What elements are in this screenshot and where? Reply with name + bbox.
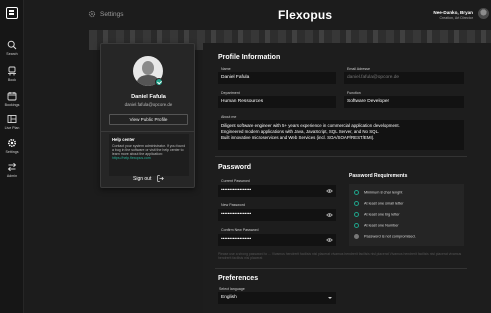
profile-name: Daniel Fafula: [131, 94, 166, 100]
name-label: Name: [221, 67, 231, 71]
language-label: Select language: [219, 287, 245, 291]
sidebar-item-label: Admin: [6, 174, 18, 178]
profile-section-title: Profile Information: [218, 54, 281, 61]
requirement-item: At least one small letter: [354, 201, 403, 206]
sidebar-item-bookings[interactable]: Bookings: [0, 91, 24, 107]
verified-icon: [155, 78, 163, 86]
calendar-icon: [7, 92, 17, 101]
logout-icon[interactable]: [157, 175, 164, 182]
x-circle-icon: [354, 234, 359, 239]
email-field[interactable]: daniel.fafula@opcore.de: [344, 72, 464, 84]
sidebar: Search Book Bookings Live Plan Settings …: [0, 0, 24, 313]
avatar[interactable]: [478, 8, 489, 19]
sidebar-item-label: Live Plan: [4, 126, 20, 130]
sidebar-item-book[interactable]: Book: [0, 66, 24, 82]
profile-card: Daniel Fafula daniel.fafula@opcore.de Vi…: [100, 43, 195, 188]
chevron-down-icon: [328, 297, 332, 299]
help-center-box: Help center Contact your system administ…: [109, 134, 189, 176]
password-requirements: Minimum 8 char lenght At least one small…: [349, 184, 464, 246]
confirm-password-label: Confirm New Password: [221, 228, 259, 232]
password-disclaimer: Please use a strong password to ... Viva…: [218, 252, 462, 261]
eye-icon[interactable]: [326, 188, 333, 194]
check-circle-icon: [354, 223, 359, 228]
preferences-section-title: Preferences: [218, 275, 259, 282]
user-role: Creation, Art Director: [439, 16, 473, 20]
current-password-field[interactable]: ••••••••••••••••••: [218, 185, 336, 197]
check-circle-icon: [354, 212, 359, 217]
masked-value: ••••••••••••••••••: [221, 212, 252, 217]
app-logo-icon[interactable]: [6, 7, 18, 19]
requirement-item: At least one big letter: [354, 212, 400, 217]
divider: [215, 156, 467, 157]
help-title: Help center: [112, 137, 135, 142]
requirement-item: Password is not compromised.: [354, 234, 416, 239]
new-password-field[interactable]: ••••••••••••••••••: [218, 209, 336, 221]
bio-label: About me: [221, 115, 237, 119]
map-icon: [7, 115, 17, 123]
search-icon: [7, 40, 17, 50]
language-select[interactable]: English: [218, 292, 336, 304]
requirement-item: Minimum 8 char lenght: [354, 190, 402, 195]
masked-value: ••••••••••••••••••: [221, 237, 252, 242]
swap-icon: [7, 162, 17, 172]
sidebar-item-label: Book: [7, 78, 17, 82]
check-circle-icon: [354, 190, 359, 195]
sign-out-button[interactable]: Sign out: [133, 176, 151, 182]
help-link[interactable]: https://help.flexopus.com: [112, 156, 151, 160]
view-public-profile-button[interactable]: View Public Profile: [109, 114, 188, 125]
department-label: Department: [221, 91, 240, 95]
sidebar-item-label: Search: [6, 52, 18, 56]
email-label: Email Adresse: [347, 67, 370, 71]
app-window: Search Book Bookings Live Plan Settings …: [0, 0, 491, 313]
user-name[interactable]: Nee-Danko, Bryan: [433, 10, 473, 15]
sidebar-item-search[interactable]: Search: [0, 40, 24, 56]
top-header: Settings Flexopus Nee-Danko, Bryan Creat…: [24, 0, 491, 30]
gear-icon: [7, 138, 17, 148]
help-text: Contact your system administrator. If yo…: [112, 143, 186, 161]
check-circle-icon: [354, 201, 359, 206]
sidebar-item-label: Bookings: [4, 103, 20, 107]
function-field[interactable]: Software Developer: [344, 96, 464, 108]
app-title: Flexopus: [278, 8, 333, 22]
password-section-title: Password: [218, 164, 252, 171]
sidebar-item-live-plan[interactable]: Live Plan: [0, 114, 24, 130]
requirements-title: Password Requirements: [349, 173, 408, 179]
sidebar-item-admin[interactable]: Admin: [0, 162, 24, 178]
bio-textarea[interactable]: Diligent software engineer with 5+ years…: [218, 120, 464, 150]
department-field[interactable]: Human Ressources: [218, 96, 336, 108]
sidebar-item-label: Settings: [5, 150, 19, 154]
bio-line: Built innovative microservices and Web S…: [221, 135, 375, 141]
requirement-item: At least one Number: [354, 223, 399, 228]
confirm-password-field[interactable]: ••••••••••••••••••: [218, 234, 336, 246]
function-label: Function: [347, 91, 361, 95]
language-value: English: [221, 295, 237, 300]
new-password-label: New Password: [221, 203, 245, 207]
eye-icon[interactable]: [326, 212, 333, 218]
masked-value: ••••••••••••••••••: [221, 188, 252, 193]
divider: [101, 131, 194, 132]
name-field[interactable]: Daniel Fafula: [218, 72, 336, 84]
divider: [215, 268, 467, 269]
book-icon: [8, 66, 16, 76]
eye-icon[interactable]: [326, 237, 333, 243]
sidebar-item-settings[interactable]: Settings: [0, 138, 24, 154]
current-password-label: Current Password: [221, 179, 250, 183]
profile-email: daniel.fafula@opcore.de: [124, 102, 173, 107]
page-title: Settings: [100, 11, 124, 18]
gear-icon: [88, 10, 96, 18]
